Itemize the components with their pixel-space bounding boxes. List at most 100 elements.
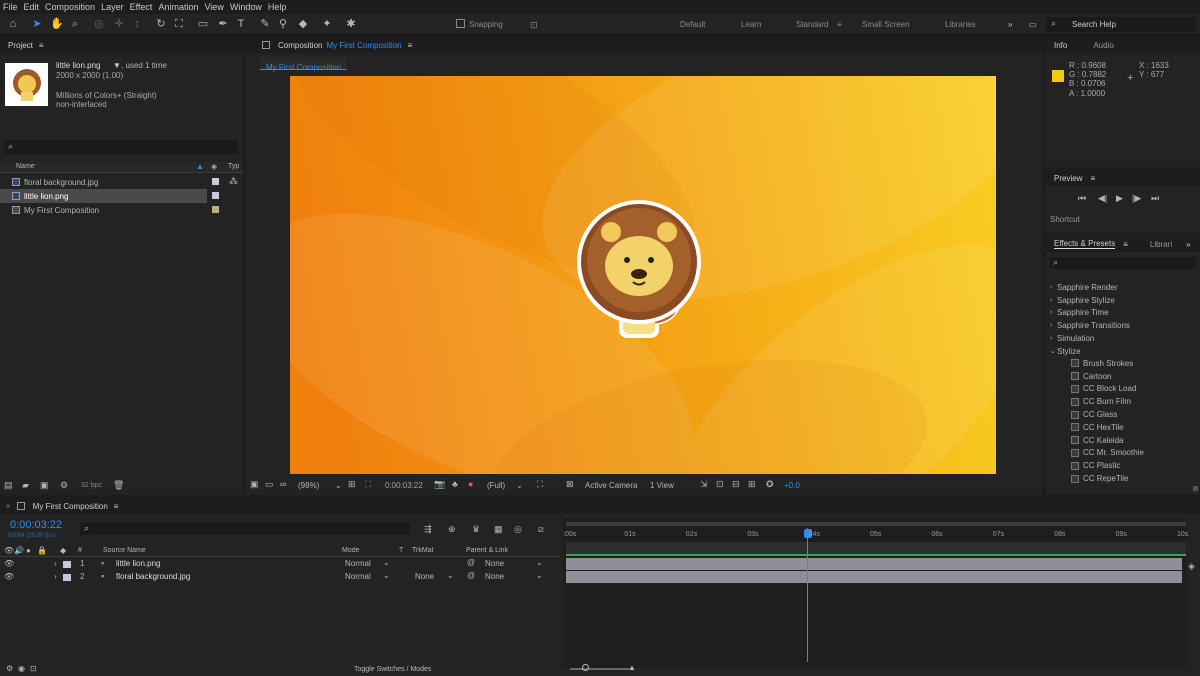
effects-search-input[interactable]: ⌕ — [1050, 257, 1196, 269]
more-panels-icon[interactable]: » — [1186, 240, 1190, 249]
composition-canvas[interactable] — [290, 76, 996, 474]
name-column[interactable]: Name — [16, 163, 35, 170]
resolution-dropdown[interactable]: (Full) — [487, 481, 505, 490]
frame-blending-icon[interactable]: ▦ — [494, 524, 503, 535]
layer-mode-dropdown[interactable]: Normal — [345, 559, 371, 568]
zoom-in-icon[interactable]: ▲ — [628, 663, 636, 672]
view-layout-dropdown[interactable]: 1 View — [650, 481, 674, 490]
type-column[interactable]: Typ — [228, 163, 239, 170]
graph-editor-icon[interactable]: ⧄ — [538, 524, 544, 535]
clone-stamp-icon[interactable]: ⚲ — [276, 17, 290, 31]
chevron-down-icon[interactable]: ⌄ — [536, 558, 543, 567]
effect-category-expanded[interactable]: ⌄ Stylize — [1050, 345, 1130, 358]
t-column[interactable]: T — [399, 547, 403, 554]
project-settings-icon[interactable]: ⚙ — [60, 480, 68, 491]
render-time-icon[interactable]: ◉ — [18, 664, 25, 673]
mask-visibility-icon[interactable]: ⛶ — [365, 479, 371, 490]
sort-icon[interactable]: ▲ — [196, 162, 204, 171]
libraries-tab[interactable]: Librari — [1150, 240, 1172, 249]
solo-toggle-icon[interactable]: ● — [26, 546, 31, 555]
effect-category[interactable]: › Simulation — [1050, 332, 1130, 345]
menu-file[interactable]: File — [3, 2, 18, 12]
brush-tool-icon[interactable]: ✎ — [258, 17, 272, 31]
pick-whip-icon[interactable]: @ — [467, 558, 475, 567]
source-name-column[interactable]: Source Name — [103, 547, 146, 554]
grid-icon[interactable]: ⊞ — [348, 479, 356, 490]
label-color-swatch[interactable] — [212, 192, 219, 199]
viewer-timecode[interactable]: 0:00:03:22 — [385, 481, 423, 490]
effect-category[interactable]: › Sapphire Time — [1050, 307, 1130, 320]
next-frame-icon[interactable]: |▶ — [1132, 193, 1141, 204]
layer-mode-dropdown[interactable]: Normal — [345, 572, 371, 581]
effect-category[interactable]: › Sapphire Render — [1050, 281, 1130, 294]
motion-blur-icon[interactable]: ◎ — [514, 524, 522, 535]
expand-chevron-icon[interactable]: › — [54, 559, 57, 568]
trkmat-column[interactable]: TrkMat — [412, 547, 434, 554]
info-tab[interactable]: Info — [1054, 41, 1067, 50]
parent-column[interactable]: Parent & Link — [466, 547, 508, 554]
time-navigator[interactable] — [566, 542, 1186, 554]
project-item[interactable]: floral background.jpg ⁂ — [0, 175, 243, 189]
zoom-slider-track[interactable] — [570, 668, 630, 670]
workspace-standard[interactable]: Standard — [796, 20, 828, 29]
current-time-indicator[interactable] — [807, 528, 808, 662]
effect-item[interactable]: Cartoon — [1071, 370, 1144, 383]
comp-mini-flowchart-icon[interactable]: ⇶ — [424, 524, 432, 535]
effect-item[interactable]: CC Glass — [1071, 408, 1144, 421]
pan-tool-icon[interactable]: ✛ — [112, 17, 126, 31]
layer-row[interactable]: 👁 › 2 ▪ floral background.jpg Normal ⌄ N… — [0, 571, 560, 584]
color-channel-icon[interactable]: ● — [468, 479, 473, 489]
timeline-graph[interactable] — [563, 518, 1187, 668]
expand-chevron-icon[interactable]: › — [54, 572, 57, 581]
project-item-selected[interactable]: little lion.png — [0, 189, 207, 203]
eye-icon[interactable]: 👁 — [4, 572, 14, 581]
layer-2-duration-bar[interactable] — [566, 571, 1182, 583]
project-menu-icon[interactable]: ≡ — [39, 41, 44, 50]
magnification-dropdown[interactable]: (98%) — [298, 481, 319, 490]
type-tool-icon[interactable]: T — [234, 17, 248, 31]
effect-item[interactable]: CC Kaleida — [1071, 434, 1144, 447]
play-icon[interactable]: ▶ — [1116, 193, 1123, 204]
chevron-down-icon[interactable]: ⌄ — [536, 571, 543, 580]
roto-brush-icon[interactable]: ✦ — [320, 17, 334, 31]
camera-dropdown[interactable]: Active Camera — [585, 481, 637, 490]
reset-exposure-icon[interactable]: ✪ — [766, 479, 774, 490]
pen-tool-icon[interactable]: ✒ — [216, 17, 230, 31]
fast-previews-icon[interactable]: ⊡ — [716, 479, 724, 490]
asset-dropdown-icon[interactable]: ▼ — [113, 61, 121, 70]
snapshot-icon[interactable]: 📷 — [434, 479, 445, 490]
composition-name-dropdown[interactable]: My First Composition — [326, 41, 401, 50]
bit-depth-label[interactable]: 32 bpc — [81, 482, 102, 489]
orbit-tool-icon[interactable]: ◎ — [92, 17, 106, 31]
lock-panel-icon[interactable] — [262, 41, 270, 49]
first-frame-icon[interactable]: ⏮ — [1078, 193, 1086, 204]
toggle-pixel-aspect-icon[interactable]: ⇲ — [700, 479, 708, 490]
eye-icon[interactable]: 👁 — [4, 559, 14, 568]
effect-item[interactable]: CC Block Load — [1071, 383, 1144, 396]
project-tab[interactable]: Project — [8, 41, 33, 50]
menu-window[interactable]: Window — [230, 2, 262, 12]
eraser-tool-icon[interactable]: ◆ — [296, 17, 310, 31]
effect-item[interactable]: CC Burn Film — [1071, 395, 1144, 408]
preview-menu-icon[interactable]: ≡ — [1090, 174, 1095, 183]
snapping-checkbox[interactable] — [456, 19, 465, 28]
show-snapshot-icon[interactable]: ♣ — [452, 479, 458, 489]
pick-whip-icon[interactable]: @ — [467, 571, 475, 580]
hide-shy-layers-icon[interactable]: ♛ — [472, 524, 480, 535]
timeline-icon[interactable]: ⊟ — [732, 479, 740, 490]
draft-3d-icon[interactable]: ⊕ — [448, 524, 456, 535]
dolly-tool-icon[interactable]: ↕ — [130, 17, 144, 31]
timeline-menu-icon[interactable]: ≡ — [114, 502, 119, 511]
effect-item[interactable]: CC Mr. Smoothie — [1071, 447, 1144, 460]
keyframe-nav-icon[interactable]: ◈ — [1188, 561, 1195, 572]
parent-dropdown[interactable]: None — [485, 559, 504, 568]
interpret-footage-icon[interactable]: ▤ — [4, 480, 13, 491]
label-icon[interactable]: ◆ — [60, 546, 66, 555]
preview-tab[interactable]: Preview — [1054, 174, 1082, 183]
comp-navigator-tab[interactable]: My First Composition — [260, 57, 348, 72]
toggle-switches-modes[interactable]: Toggle Switches / Modes — [354, 666, 431, 673]
3d-glasses-icon[interactable]: ∞ — [280, 479, 286, 489]
rotation-tool-icon[interactable]: ↻ — [154, 17, 168, 31]
effect-category[interactable]: › Sapphire Stylize — [1050, 294, 1130, 307]
hand-tool-icon[interactable]: ✋ — [50, 17, 64, 31]
